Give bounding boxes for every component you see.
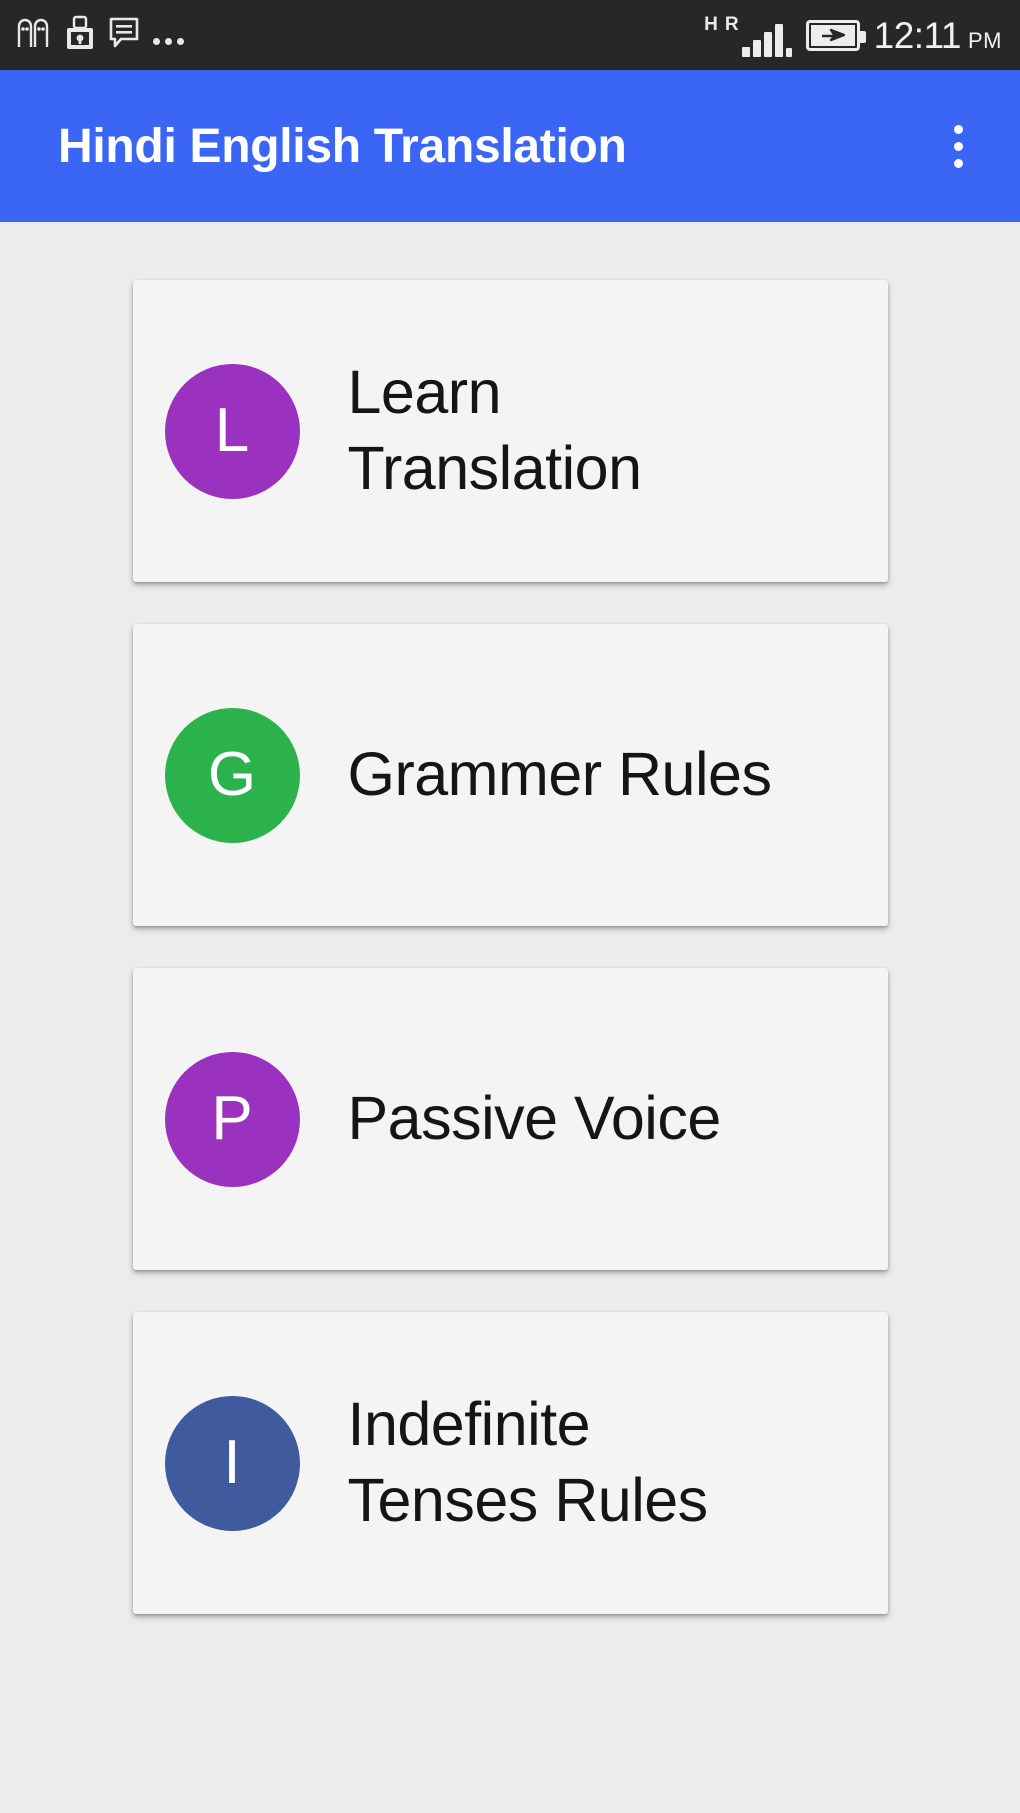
- contacts-icon: [16, 16, 52, 55]
- status-bar-clock: 12:11 PM: [874, 17, 1002, 54]
- usb-lock-icon: [65, 15, 95, 56]
- more-notifications-icon: [153, 16, 184, 54]
- clock-meridiem: PM: [968, 27, 1002, 53]
- status-bar: H R 12:11 PM: [0, 0, 1020, 70]
- message-bubble-icon: [108, 16, 140, 55]
- list-item-label: Indefinite Tenses Rules: [347, 1390, 709, 1534]
- avatar: P: [164, 1051, 300, 1187]
- signal-indicator: H R: [704, 13, 792, 57]
- list-item[interactable]: I Indefinite Tenses Rules: [132, 1312, 888, 1614]
- avatar: G: [164, 707, 300, 843]
- list-item[interactable]: L Learn Translation: [132, 280, 888, 582]
- avatar: L: [164, 363, 300, 499]
- network-type-label: H: [704, 14, 718, 35]
- overflow-menu-icon[interactable]: [926, 100, 990, 192]
- main-content: L Learn Translation G Grammer Rules P Pa…: [0, 222, 1020, 1813]
- battery-charging-icon: [805, 19, 866, 51]
- list-item-label: Learn Translation: [347, 358, 643, 502]
- status-bar-notifications: [16, 15, 184, 56]
- roaming-label: R: [724, 14, 739, 35]
- status-bar-system: H R 12:11 PM: [704, 13, 1002, 57]
- list-item[interactable]: G Grammer Rules: [132, 624, 888, 926]
- avatar: I: [164, 1395, 300, 1531]
- clock-time: 12:11: [873, 14, 962, 56]
- app-bar: Hindi English Translation: [0, 70, 1020, 222]
- signal-bars-icon: [741, 23, 792, 57]
- list-item-label: Grammer Rules: [347, 740, 772, 809]
- list-item[interactable]: P Passive Voice: [132, 968, 888, 1270]
- app-title: Hindi English Translation: [58, 119, 627, 173]
- list-item-label: Passive Voice: [347, 1084, 722, 1153]
